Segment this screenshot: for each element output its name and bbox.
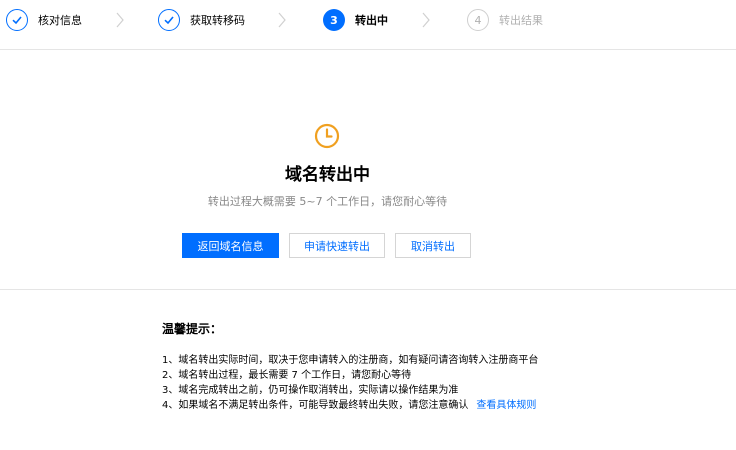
clock-icon (313, 122, 341, 150)
step-transfer-result: 4 转出结果 (467, 8, 543, 32)
step-label: 转出结果 (499, 14, 543, 27)
status-title: 域名转出中 (285, 165, 370, 185)
step-number-badge: 4 (467, 9, 489, 31)
request-expedited-transfer-button[interactable]: 申请快速转出 (289, 233, 385, 258)
tip-text: 4、如果域名不满足转出条件，可能导致最终转出失败，请您注意确认 (162, 400, 469, 411)
step-number-badge: 3 (323, 9, 345, 31)
step-transferring: 3 转出中 (323, 8, 388, 32)
tips-section: 温馨提示： 1、域名转出实际时间，取决于您申请转入的注册商，如有疑问请咨询转入注… (162, 320, 722, 413)
tip-text: 1、域名转出实际时间，取决于您申请转入的注册商，如有疑问请咨询转入注册商平台 (162, 355, 539, 366)
cancel-transfer-button[interactable]: 取消转出 (395, 233, 471, 258)
check-icon (158, 9, 180, 31)
back-to-domain-info-button[interactable]: 返回域名信息 (182, 233, 279, 258)
step-label: 转出中 (355, 14, 388, 27)
tip-item: 4、如果域名不满足转出条件，可能导致最终转出失败，请您注意确认 查看具体规则 (162, 398, 722, 413)
step-get-transfer-code: 获取转移码 (158, 8, 245, 32)
section-divider (0, 289, 736, 290)
tips-list: 1、域名转出实际时间，取决于您申请转入的注册商，如有疑问请咨询转入注册商平台 2… (162, 353, 722, 413)
tip-item: 3、域名完成转出之前，仍可操作取消转出，实际请以操作结果为准 (162, 383, 722, 398)
tips-title: 温馨提示： (162, 322, 223, 336)
step-verify-info: 核对信息 (6, 8, 82, 32)
tip-item: 2、域名转出过程，最长需要 7 个工作日，请您耐心等待 (162, 368, 722, 383)
tip-text: 3、域名完成转出之前，仍可操作取消转出，实际请以操作结果为准 (162, 385, 459, 396)
tip-item: 1、域名转出实际时间，取决于您申请转入的注册商，如有疑问请咨询转入注册商平台 (162, 353, 722, 368)
chevron-right-icon (272, 10, 292, 30)
status-subtitle: 转出过程大概需要 5~7 个工作日，请您耐心等待 (207, 195, 448, 208)
chevron-right-icon (110, 10, 130, 30)
view-rules-link[interactable]: 查看具体规则 (476, 400, 536, 411)
header-divider (0, 49, 736, 50)
tip-text: 2、域名转出过程，最长需要 7 个工作日，请您耐心等待 (162, 370, 412, 381)
chevron-right-icon (416, 10, 436, 30)
step-progress-bar: 核对信息 获取转移码 3 转出中 4 转出结果 (0, 0, 736, 40)
step-label: 获取转移码 (190, 14, 245, 27)
check-icon (6, 9, 28, 31)
step-label: 核对信息 (38, 14, 82, 27)
